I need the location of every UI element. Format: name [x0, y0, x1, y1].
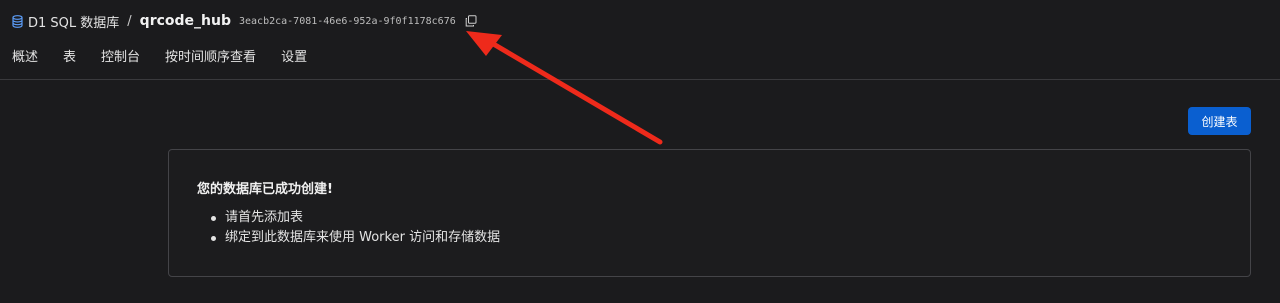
page: D1 SQL 数据库 / qrcode_hub 3eacb2ca-7081-46… [0, 0, 1280, 303]
list-item: 请首先添加表 [211, 208, 500, 228]
list-item: 绑定到此数据库来使用 Worker 访问和存储数据 [211, 228, 500, 248]
tab-settings[interactable]: 设置 [281, 48, 307, 68]
breadcrumb-d1-link[interactable]: D1 SQL 数据库 [28, 12, 119, 31]
database-name: qrcode_hub [139, 13, 231, 29]
tab-time-travel[interactable]: 按时间顺序查看 [165, 48, 256, 68]
tab-tables[interactable]: 表 [63, 48, 76, 68]
tab-console[interactable]: 控制台 [101, 48, 140, 68]
breadcrumb-separator: / [127, 13, 132, 29]
breadcrumb: D1 SQL 数据库 / qrcode_hub 3eacb2ca-7081-46… [12, 10, 478, 32]
copy-icon [465, 15, 477, 27]
header-divider [0, 79, 1280, 80]
empty-state-title: 您的数据库已成功创建! [197, 182, 333, 197]
database-id: 3eacb2ca-7081-46e6-952a-9f0f1178c676 [239, 15, 456, 27]
empty-state-panel: 您的数据库已成功创建! 请首先添加表 绑定到此数据库来使用 Worker 访问和… [168, 149, 1251, 277]
empty-state-list: 请首先添加表 绑定到此数据库来使用 Worker 访问和存储数据 [211, 208, 500, 248]
create-table-button[interactable]: 创建表 [1188, 107, 1251, 135]
copy-id-button[interactable] [464, 14, 478, 28]
database-icon [12, 14, 24, 28]
tab-overview[interactable]: 概述 [12, 48, 38, 68]
tab-bar: 概述 表 控制台 按时间顺序查看 设置 [12, 48, 332, 68]
